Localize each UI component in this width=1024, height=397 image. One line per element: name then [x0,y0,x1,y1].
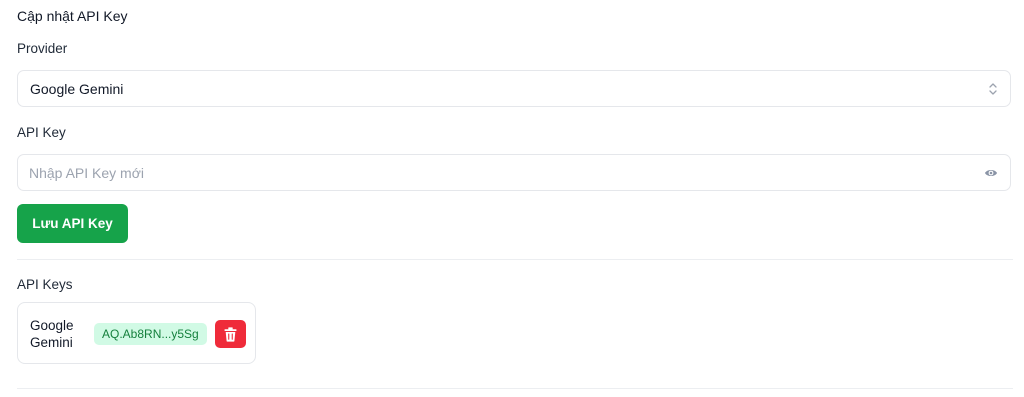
eye-icon[interactable] [984,167,998,179]
delete-key-button[interactable] [215,320,246,348]
api-keys-title: API Keys [17,277,73,292]
save-api-key-button[interactable]: Lưu API Key [17,204,128,243]
api-key-field [17,154,1011,191]
provider-select-value: Google Gemini [30,81,124,97]
divider [17,388,1013,389]
key-provider-name: Google Gemini [30,318,74,350]
api-key-card: Google Gemini AQ.Ab8RN...y5Sg [17,302,256,364]
divider [17,259,1013,260]
api-key-input[interactable] [29,155,969,190]
chevron-up-down-icon [989,83,997,95]
provider-label: Provider [17,41,68,56]
masked-key-badge: AQ.Ab8RN...y5Sg [94,323,207,345]
api-key-label: API Key [17,125,66,140]
provider-select[interactable]: Google Gemini [17,70,1011,107]
trash-icon [224,326,237,342]
update-api-key-title: Cập nhật API Key [17,8,128,24]
